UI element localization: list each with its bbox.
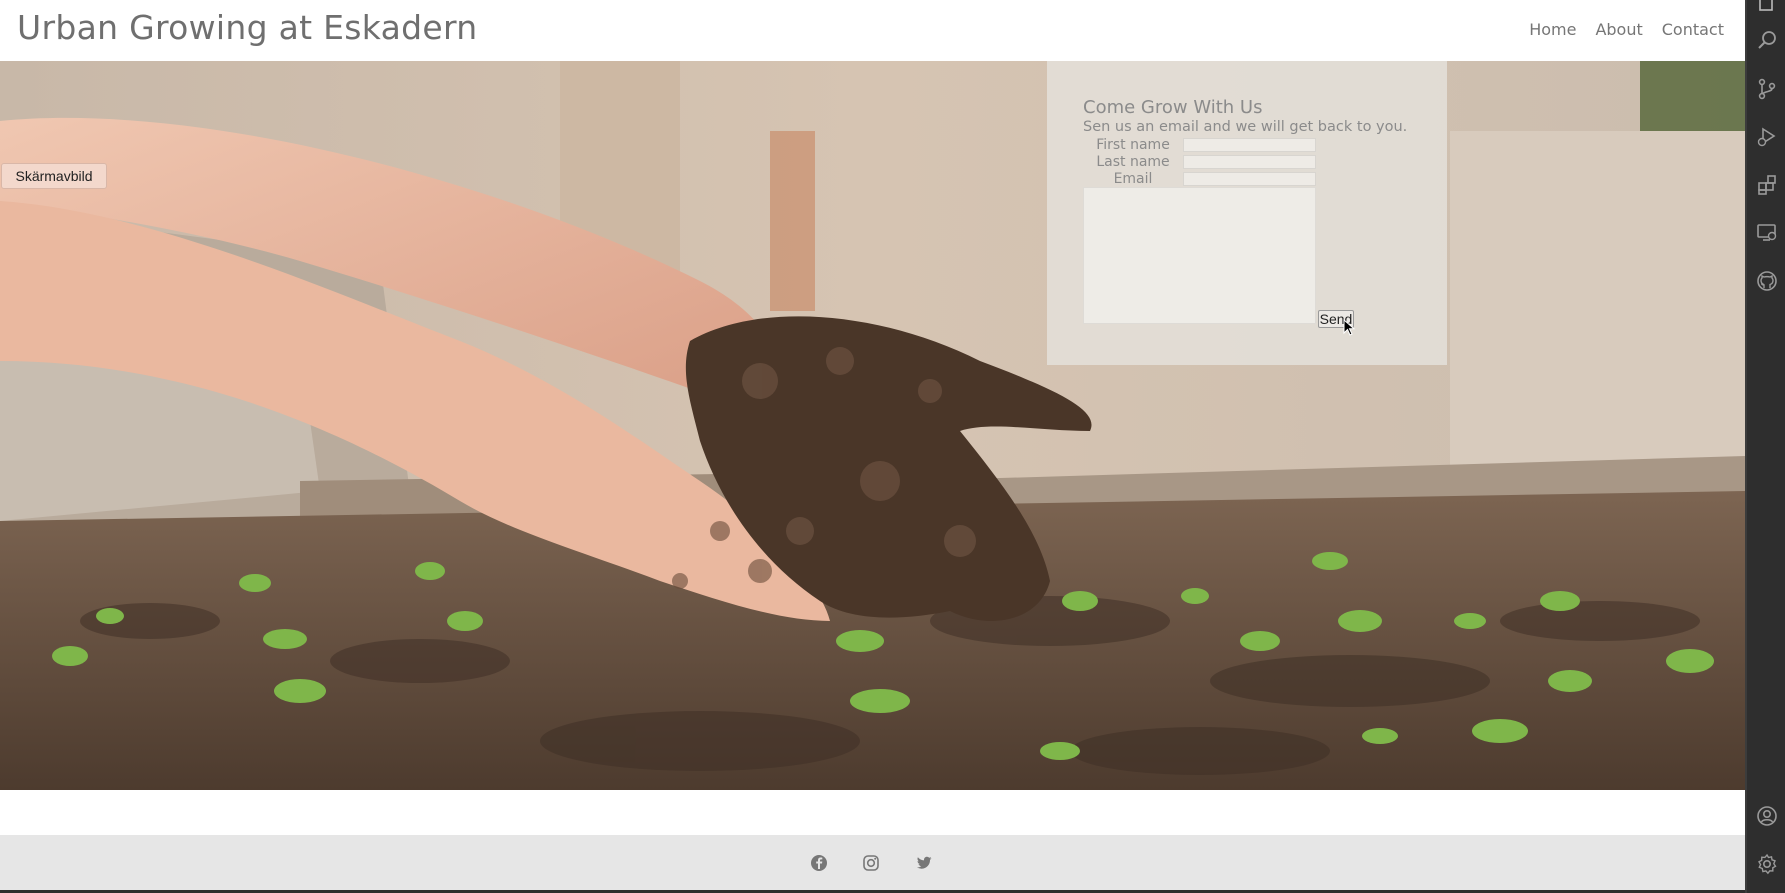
last-name-row: Last name bbox=[1083, 154, 1316, 170]
nav-contact-link[interactable]: Contact bbox=[1662, 20, 1724, 39]
first-name-row: First name bbox=[1083, 137, 1316, 153]
last-name-input[interactable] bbox=[1183, 155, 1316, 169]
email-label: Email bbox=[1113, 171, 1153, 187]
site-footer bbox=[0, 835, 1745, 890]
contact-form-panel: Come Grow With Us Sen us an email and we… bbox=[1047, 61, 1447, 365]
first-name-label: First name bbox=[1096, 137, 1170, 153]
contact-form-subtitle: Sen us an email and we will get back to … bbox=[1083, 119, 1408, 135]
run-debug-icon[interactable] bbox=[1755, 125, 1779, 149]
twitter-icon[interactable] bbox=[915, 854, 933, 872]
hero-image: Skärmavbild Come Grow With Us Sen us an … bbox=[0, 61, 1745, 790]
source-control-icon[interactable] bbox=[1755, 77, 1779, 101]
first-name-input[interactable] bbox=[1183, 138, 1316, 152]
nav-home-link[interactable]: Home bbox=[1529, 20, 1576, 39]
contact-form-title: Come Grow With Us bbox=[1083, 97, 1263, 118]
facebook-icon[interactable] bbox=[810, 854, 828, 872]
gardening-hands-photo bbox=[0, 61, 1745, 790]
editor-activity-bar bbox=[1745, 0, 1785, 893]
github-icon[interactable] bbox=[1755, 269, 1779, 293]
message-textarea[interactable] bbox=[1083, 187, 1316, 324]
nav-about-link[interactable]: About bbox=[1595, 20, 1642, 39]
remote-explorer-icon[interactable] bbox=[1755, 221, 1779, 245]
account-icon[interactable] bbox=[1755, 804, 1779, 828]
site-title: Urban Growing at Eskadern bbox=[17, 8, 478, 47]
instagram-icon[interactable] bbox=[862, 854, 880, 872]
explorer-icon[interactable] bbox=[1755, 0, 1779, 16]
mouse-pointer-icon bbox=[1343, 319, 1356, 336]
screenshot-tag-button[interactable]: Skärmavbild bbox=[1, 163, 107, 189]
search-icon[interactable] bbox=[1755, 29, 1779, 53]
settings-gear-icon[interactable] bbox=[1755, 852, 1779, 876]
site-header: Urban Growing at Eskadern Home About Con… bbox=[0, 0, 1745, 61]
extensions-icon[interactable] bbox=[1755, 173, 1779, 197]
email-input[interactable] bbox=[1183, 172, 1316, 186]
main-nav: Home About Contact bbox=[1529, 20, 1724, 39]
email-row: Email bbox=[1083, 171, 1316, 187]
last-name-label: Last name bbox=[1096, 154, 1170, 170]
